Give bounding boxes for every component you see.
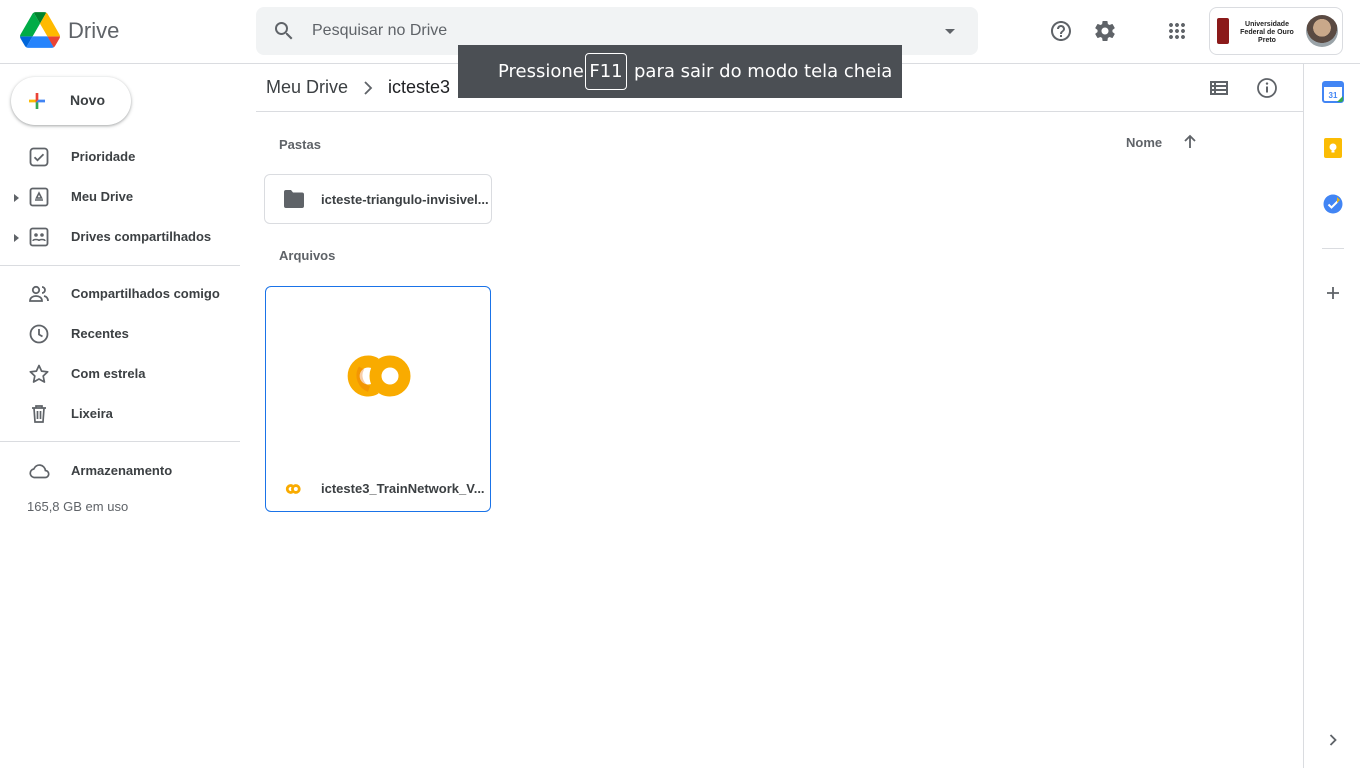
- shared-drives-icon: [27, 225, 51, 249]
- search-icon[interactable]: [272, 19, 296, 43]
- plus-multicolor-icon: [25, 89, 49, 113]
- help-icon[interactable]: [1049, 19, 1073, 43]
- sidebar-item-meu-drive[interactable]: Meu Drive: [0, 181, 240, 213]
- app-name[interactable]: Drive: [68, 18, 119, 44]
- expand-arrow-icon[interactable]: [10, 231, 22, 243]
- new-button[interactable]: Novo: [11, 77, 131, 125]
- my-drive-icon: [27, 185, 51, 209]
- settings-gear-icon[interactable]: [1093, 19, 1117, 43]
- sidebar-item-label: Armazenamento: [71, 463, 173, 478]
- file-card[interactable]: icteste3_TrainNetwork_V...: [265, 286, 491, 512]
- list-view-icon[interactable]: [1207, 76, 1231, 100]
- sidebar-item-compartilhados-comigo[interactable]: Compartilhados comigo: [0, 278, 240, 310]
- new-button-label: Novo: [70, 92, 105, 108]
- sidebar-item-label: Drives compartilhados: [71, 229, 212, 244]
- folder-icon: [283, 189, 305, 209]
- sidebar-item-lixeira[interactable]: Lixeira: [0, 398, 240, 430]
- side-panel-divider: [1322, 248, 1344, 249]
- calendar-icon[interactable]: 31: [1322, 81, 1344, 103]
- folder-name: icteste-triangulo-invisivel...: [321, 192, 489, 207]
- toast-prefix: Pressione: [498, 61, 584, 82]
- files-section-label: Arquivos: [279, 248, 336, 263]
- toast-suffix: para sair do modo tela cheia: [634, 61, 893, 82]
- chevron-right-icon[interactable]: [1322, 729, 1344, 751]
- sidebar-item-com-estrela[interactable]: Com estrela: [0, 358, 240, 390]
- sidebar-item-label: Recentes: [71, 326, 129, 341]
- folder-card[interactable]: icteste-triangulo-invisivel...: [264, 174, 492, 224]
- file-name: icteste3_TrainNetwork_V...: [321, 481, 485, 496]
- sidebar-item-label: Compartilhados comigo: [71, 286, 220, 301]
- check-square-icon: [27, 145, 51, 169]
- arrow-up-icon[interactable]: [1181, 133, 1199, 151]
- sort-by-name-button[interactable]: Nome: [1126, 135, 1162, 150]
- avatar[interactable]: [1306, 15, 1338, 47]
- org-name: Universidade Federal de Ouro Preto: [1240, 21, 1294, 44]
- folders-section-label: Pastas: [279, 137, 321, 152]
- sidebar-item-label: Prioridade: [71, 149, 136, 164]
- sidebar-item-drives-compartilhados[interactable]: Drives compartilhados: [0, 221, 240, 253]
- trash-icon: [27, 402, 51, 426]
- file-thumbnail: [266, 287, 490, 465]
- info-icon[interactable]: [1255, 76, 1279, 100]
- toast-key: F11: [585, 53, 627, 90]
- storage-usage: 165,8 GB em uso: [27, 499, 129, 514]
- sidebar-item-prioridade[interactable]: Prioridade: [0, 141, 240, 173]
- sidebar-item-label: Meu Drive: [71, 189, 134, 204]
- university-logo-icon: [1217, 18, 1229, 44]
- people-icon: [27, 282, 51, 306]
- star-icon: [27, 362, 51, 386]
- search-options-dropdown-icon[interactable]: [938, 19, 962, 43]
- search-input[interactable]: [312, 19, 912, 43]
- colab-logo-icon: [344, 353, 412, 399]
- fullscreen-toast: Pressione F11 para sair do modo tela che…: [458, 45, 902, 98]
- drive-logo-icon[interactable]: [20, 12, 60, 48]
- colab-file-type-icon: [285, 482, 301, 494]
- expand-arrow-icon[interactable]: [10, 191, 22, 203]
- sidebar: Novo Prioridade Meu Drive Drives compart…: [0, 64, 256, 768]
- calendar-day: 31: [1329, 91, 1338, 100]
- sidebar-item-label: Com estrela: [71, 366, 146, 381]
- clock-icon: [27, 322, 51, 346]
- breadcrumb-current[interactable]: icteste3: [388, 77, 450, 98]
- sidebar-divider: [0, 265, 240, 266]
- apps-grid-icon[interactable]: [1165, 19, 1189, 43]
- side-panel: 31: [1303, 64, 1360, 768]
- file-footer: icteste3_TrainNetwork_V...: [266, 465, 490, 511]
- tasks-icon[interactable]: [1322, 193, 1344, 215]
- sidebar-item-label: Lixeira: [71, 406, 113, 421]
- chevron-right-icon: [360, 79, 376, 97]
- account-switcher[interactable]: Universidade Federal de Ouro Preto: [1209, 7, 1343, 55]
- keep-icon[interactable]: [1322, 137, 1344, 159]
- sidebar-item-armazenamento[interactable]: Armazenamento: [0, 455, 240, 487]
- breadcrumb-root[interactable]: Meu Drive: [266, 77, 348, 98]
- main-content: Meu Drive icteste3 Pastas Nome icteste-t…: [256, 64, 1303, 768]
- sidebar-item-recentes[interactable]: Recentes: [0, 318, 240, 350]
- cloud-icon: [27, 459, 51, 483]
- add-addon-plus-icon[interactable]: [1322, 282, 1344, 304]
- sidebar-divider: [0, 441, 240, 442]
